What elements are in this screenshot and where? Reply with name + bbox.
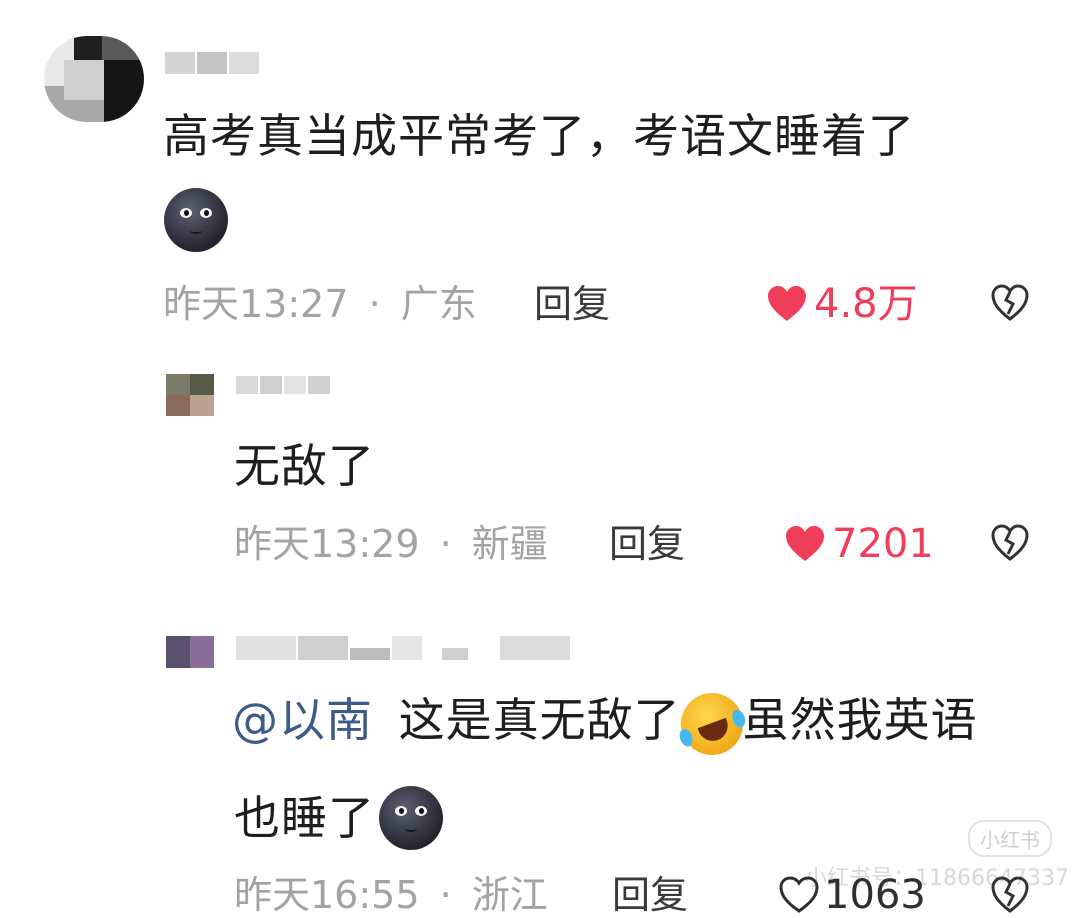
- reply-button[interactable]: 回复: [534, 281, 610, 327]
- reply-button[interactable]: 回复: [612, 872, 688, 918]
- comment-meta: 昨天16:55 · 浙江: [234, 872, 548, 918]
- comment-location: 新疆: [471, 522, 548, 566]
- like-count: 7201: [832, 521, 934, 567]
- comment-meta: 昨天13:27 · 广东: [163, 281, 477, 327]
- avatar[interactable]: [166, 636, 214, 668]
- meta-separator: ·: [439, 522, 452, 566]
- heart-filled-icon: [784, 525, 826, 563]
- comment-text-part: 虽然我英语: [742, 693, 978, 747]
- dislike-button[interactable]: [990, 876, 1030, 914]
- meta-separator: ·: [439, 873, 452, 917]
- comment-time: 昨天13:29: [234, 522, 420, 566]
- comment-emoji-row: [164, 188, 228, 252]
- like-count: 1063: [824, 872, 926, 918]
- comment-text: 也睡了: [234, 786, 443, 850]
- username-blurred[interactable]: [236, 376, 336, 412]
- comment-time: 昨天13:27: [163, 282, 349, 326]
- like-button[interactable]: 1063: [778, 872, 926, 918]
- reply-button[interactable]: 回复: [609, 521, 685, 567]
- username-blurred[interactable]: [236, 636, 606, 672]
- broken-heart-icon: [991, 524, 1029, 561]
- comment-meta: 昨天13:29 · 新疆: [234, 521, 548, 567]
- moon-face-emoji: [164, 188, 228, 252]
- dislike-button[interactable]: [990, 284, 1030, 322]
- broken-heart-icon: [991, 284, 1029, 321]
- like-button[interactable]: 7201: [784, 521, 934, 567]
- heart-outline-icon: [778, 876, 820, 914]
- meta-separator: ·: [368, 282, 381, 326]
- heart-filled-icon: [766, 285, 808, 323]
- like-count: 4.8万: [814, 281, 918, 327]
- comment-text: @以南 这是真无敌了 虽然我英语: [232, 683, 978, 764]
- broken-heart-icon: [991, 876, 1029, 913]
- watermark-badge: 小红书: [968, 820, 1052, 857]
- username-blurred[interactable]: [165, 52, 295, 74]
- dislike-button[interactable]: [990, 524, 1030, 562]
- comment-text-part: 这是真无敌了: [398, 693, 681, 747]
- rolling-laugh-emoji: [671, 683, 752, 764]
- comment-text: 高考真当成平常考了，考语文睡着了: [163, 109, 915, 163]
- comment-location: 浙江: [471, 873, 548, 917]
- comment-text: 无敌了: [234, 439, 375, 493]
- comment-location: 广东: [400, 282, 477, 326]
- mention-link[interactable]: @以南: [232, 693, 373, 747]
- avatar[interactable]: [166, 374, 214, 416]
- comment-text-part: 也睡了: [234, 791, 375, 845]
- moon-face-emoji: [379, 786, 443, 850]
- avatar[interactable]: [44, 36, 144, 122]
- comment-time: 昨天16:55: [234, 873, 420, 917]
- like-button[interactable]: 4.8万: [766, 281, 918, 327]
